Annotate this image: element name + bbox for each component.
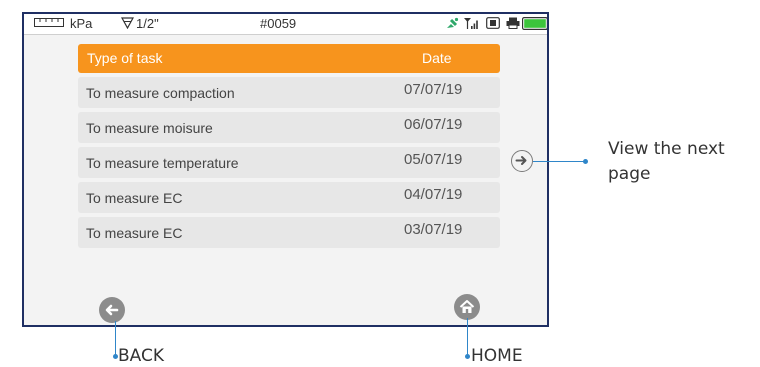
table-header: Type of task Date bbox=[78, 44, 500, 73]
table-row[interactable]: To measure EC 04/07/19 bbox=[78, 182, 500, 213]
next-page-annotation-line1: View the next bbox=[608, 139, 725, 159]
row-task: To measure EC bbox=[86, 190, 183, 206]
printer-icon bbox=[506, 17, 520, 29]
home-annotation: HOME bbox=[471, 346, 523, 366]
back-button[interactable] bbox=[99, 297, 125, 323]
funnel-icon bbox=[121, 17, 134, 29]
row-date: 03/07/19 bbox=[404, 221, 463, 238]
home-icon bbox=[459, 300, 475, 313]
back-callout-line bbox=[115, 321, 116, 356]
table-row[interactable]: To measure EC 03/07/19 bbox=[78, 217, 500, 248]
home-button[interactable] bbox=[454, 294, 480, 320]
back-annotation: BACK bbox=[118, 346, 165, 366]
signal-icon bbox=[464, 18, 478, 29]
satellite-icon bbox=[447, 17, 459, 28]
table-row[interactable]: To measure temperature 05/07/19 bbox=[78, 147, 500, 178]
table-row[interactable]: To measure moisure 06/07/19 bbox=[78, 112, 500, 143]
header-date: Date bbox=[422, 50, 452, 66]
next-page-callout-line bbox=[533, 161, 585, 162]
sim-card-icon bbox=[486, 17, 500, 29]
row-date: 04/07/19 bbox=[404, 186, 463, 203]
home-callout-line bbox=[467, 318, 468, 356]
next-page-callout-dot bbox=[583, 159, 588, 164]
row-task: To measure compaction bbox=[86, 85, 235, 101]
arrow-right-icon bbox=[515, 156, 527, 165]
next-page-annotation-line2: page bbox=[608, 164, 651, 184]
row-task: To measure moisure bbox=[86, 120, 213, 136]
row-date: 07/07/19 bbox=[404, 81, 463, 98]
next-page-button[interactable] bbox=[511, 150, 533, 172]
row-date: 05/07/19 bbox=[404, 151, 463, 168]
header-task: Type of task bbox=[87, 50, 163, 66]
battery-icon bbox=[522, 17, 547, 30]
device-screen: kPa 1/2" #0059 Type of task Date To meas… bbox=[22, 12, 549, 327]
row-task: To measure EC bbox=[86, 225, 183, 241]
arrow-left-icon bbox=[105, 304, 119, 316]
home-callout-dot bbox=[465, 354, 470, 359]
row-date: 06/07/19 bbox=[404, 116, 463, 133]
status-bar: kPa 1/2" #0059 bbox=[24, 14, 547, 35]
record-id: #0059 bbox=[260, 16, 297, 31]
unit-label: kPa bbox=[70, 16, 93, 31]
table-row[interactable]: To measure compaction 07/07/19 bbox=[78, 77, 500, 108]
ruler-icon bbox=[34, 18, 64, 27]
cone-size-label: 1/2" bbox=[136, 16, 159, 31]
row-task: To measure temperature bbox=[86, 155, 239, 171]
